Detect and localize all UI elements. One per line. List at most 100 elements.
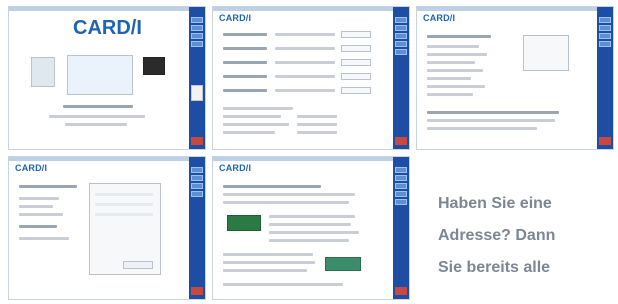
thumbnail-topbar: [213, 7, 409, 11]
text-line: [427, 93, 473, 96]
sidebar-button: [395, 199, 407, 205]
caption-line-3: Sie bereits alle: [438, 259, 551, 276]
paragraph-line: [427, 119, 555, 122]
text-line: [427, 61, 475, 64]
thumbnail-right-sidebar: [189, 7, 205, 149]
thumbnail-topbar: [9, 7, 205, 11]
row-line: [223, 107, 293, 110]
row-line: [223, 115, 281, 118]
sidebar-button: [599, 25, 611, 31]
form-field: [95, 213, 153, 216]
sidebar-button: [395, 183, 407, 189]
heading-line: [19, 185, 77, 188]
sidebar-button: [395, 167, 407, 173]
text-line: [427, 45, 479, 48]
text-line: [427, 53, 487, 56]
paragraph-line: [427, 111, 559, 114]
screenshot-thumbnail-2[interactable]: CARD/I: [212, 6, 410, 150]
text-line: [223, 283, 343, 286]
thumbnail-topbar: [213, 157, 409, 161]
thumbnail-content: [223, 175, 383, 289]
text-line: [269, 231, 359, 234]
sidebar-button: [395, 175, 407, 181]
heading-line: [223, 185, 321, 188]
row-button: [341, 73, 371, 80]
text-line: [19, 213, 63, 216]
sidebar-button: [191, 191, 203, 197]
card-logo: CARD/I: [423, 13, 456, 23]
text-line: [223, 201, 349, 204]
row-line: [275, 89, 335, 92]
sidebar-button: [191, 167, 203, 173]
thumbnail-topbar: [9, 157, 205, 161]
text-line: [19, 237, 69, 240]
thumbnail-right-sidebar: [189, 157, 205, 299]
card-logo: CARD/I: [219, 163, 252, 173]
text-line: [223, 261, 315, 264]
sidebar-button: [599, 41, 611, 47]
sidebar-red-badge: [599, 137, 611, 145]
heading-line: [427, 35, 491, 38]
row-line: [223, 131, 275, 134]
sidebar-button: [191, 17, 203, 23]
form-field: [95, 193, 153, 196]
screenshot-thumbnail-1[interactable]: CARD/I: [8, 6, 206, 150]
thumbnail-content: [223, 25, 383, 139]
row-button: [341, 45, 371, 52]
sidebar-button: [599, 17, 611, 23]
row-line: [223, 61, 267, 64]
sidebar-red-badge: [395, 137, 407, 145]
row-line: [223, 89, 267, 92]
sidebar-red-badge: [395, 287, 407, 295]
text-line: [269, 215, 355, 218]
sidebar-widget: [191, 85, 203, 101]
sidebar-button: [191, 41, 203, 47]
screenshot-thumbnail-4[interactable]: CARD/I: [8, 156, 206, 300]
thumbnail-right-sidebar: [393, 157, 409, 299]
card-illustration-center: [67, 55, 133, 95]
thumbnail-right-sidebar: [393, 7, 409, 149]
text-line: [19, 205, 53, 208]
row-button: [341, 31, 371, 38]
text-line: [223, 269, 307, 272]
screenshot-thumbnail-3[interactable]: CARD/I: [416, 6, 614, 150]
row-line: [223, 33, 267, 36]
row-line: [297, 131, 337, 134]
device-illustration-left: [31, 57, 55, 87]
sidebar-red-badge: [191, 287, 203, 295]
sidebar-button: [395, 33, 407, 39]
row-line: [275, 33, 335, 36]
card-logo: CARD/I: [73, 17, 142, 39]
thumbnail-right-sidebar: [597, 7, 613, 149]
caption-line-1: Haben Sie eine: [438, 195, 552, 212]
text-line: [223, 253, 313, 256]
sidebar-button: [395, 191, 407, 197]
sidebar-button: [191, 183, 203, 189]
row-line: [297, 123, 337, 126]
text-line: [427, 85, 485, 88]
thumbnail-text-line: [63, 105, 133, 108]
caption-line-2: Adresse? Dann: [438, 227, 556, 244]
row-line: [223, 47, 267, 50]
sidebar-button: [191, 25, 203, 31]
thumbnail-content: [427, 25, 587, 139]
sidebar-button: [395, 49, 407, 55]
caption-text: Haben Sie eine Adresse? Dann Sie bereits…: [438, 188, 618, 304]
card-image: [227, 215, 261, 231]
sidebar-button: [599, 33, 611, 39]
row-line: [223, 123, 289, 126]
row-line: [297, 115, 337, 118]
form-field: [95, 203, 153, 206]
sidebar-button: [395, 25, 407, 31]
row-line: [275, 61, 335, 64]
side-panel: [523, 35, 569, 71]
text-line: [19, 225, 57, 228]
sidebar-button: [395, 41, 407, 47]
paragraph-line: [427, 127, 537, 130]
device-illustration-right: [143, 57, 165, 75]
screenshot-thumbnail-5[interactable]: CARD/I: [212, 156, 410, 300]
text-line: [427, 77, 471, 80]
text-line: [427, 69, 483, 72]
thumbnail-text-line: [65, 123, 127, 126]
card-logo: CARD/I: [219, 13, 252, 23]
